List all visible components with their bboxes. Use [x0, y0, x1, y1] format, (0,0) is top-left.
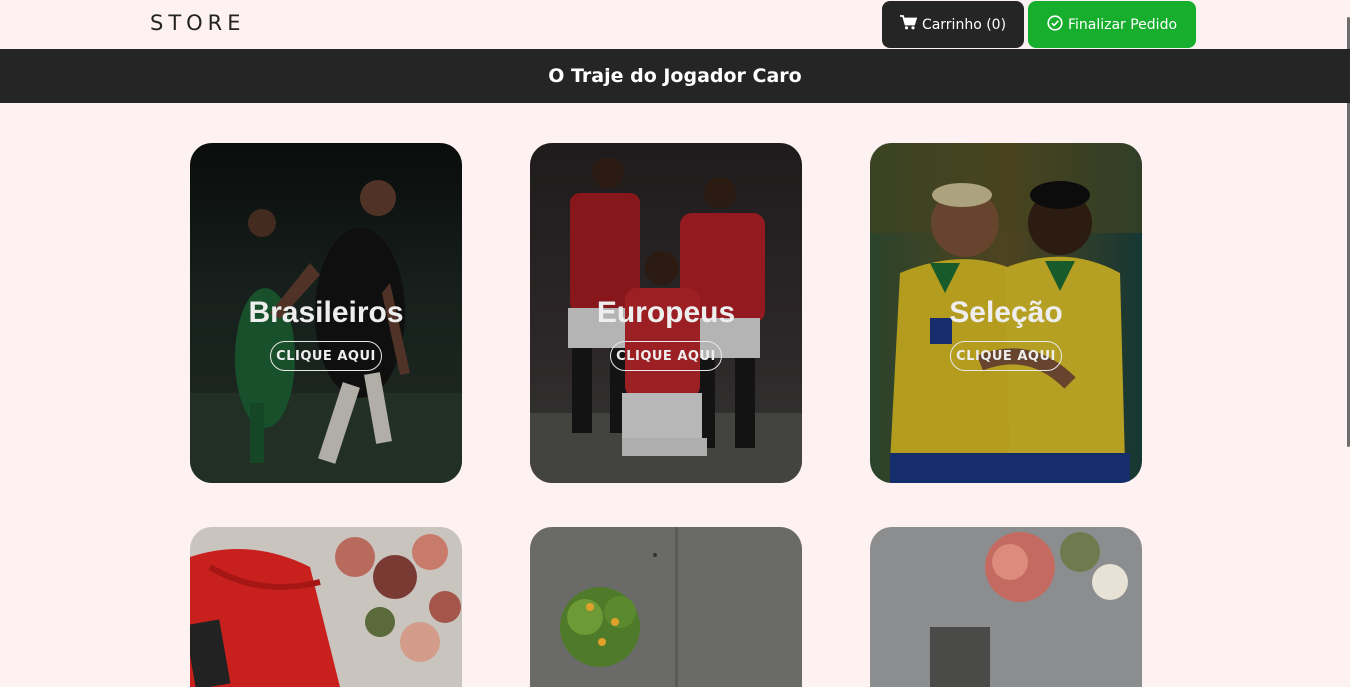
- category-card-europeus[interactable]: Europeus CLIQUE AQUI: [530, 143, 802, 483]
- product-photo: [190, 527, 462, 687]
- page-banner: O Traje do Jogador Caro: [0, 49, 1350, 103]
- click-here-button[interactable]: CLIQUE AQUI: [270, 341, 382, 371]
- category-title: Seleção: [949, 296, 1063, 329]
- navbar: STORE Carrinho (0) Finalizar Pedido: [0, 0, 1350, 48]
- product-card-plant[interactable]: [530, 527, 802, 687]
- click-here-button[interactable]: CLIQUE AQUI: [610, 341, 722, 371]
- checkout-button[interactable]: Finalizar Pedido: [1028, 1, 1196, 48]
- category-card-selecao[interactable]: Seleção CLIQUE AQUI: [870, 143, 1142, 483]
- checkout-label: Finalizar Pedido: [1067, 16, 1178, 33]
- cart-button[interactable]: Carrinho (0): [882, 1, 1024, 48]
- category-card-brasileiros[interactable]: Brasileiros CLIQUE AQUI: [190, 143, 462, 483]
- cart-label: Carrinho (0): [921, 16, 1007, 33]
- product-photo: [530, 527, 802, 687]
- category-title: Europeus: [596, 296, 736, 329]
- click-here-button[interactable]: CLIQUE AQUI: [950, 341, 1062, 371]
- banner-title: O Traje do Jogador Caro: [548, 65, 802, 87]
- check-circle-icon: [1047, 14, 1063, 35]
- product-photo: [870, 527, 1142, 687]
- brand-logo[interactable]: STORE: [150, 11, 246, 35]
- product-card-red-shirt[interactable]: [190, 527, 462, 687]
- cart-icon: [899, 15, 918, 34]
- category-title: Brasileiros: [248, 296, 404, 329]
- product-card-flowers[interactable]: [870, 527, 1142, 687]
